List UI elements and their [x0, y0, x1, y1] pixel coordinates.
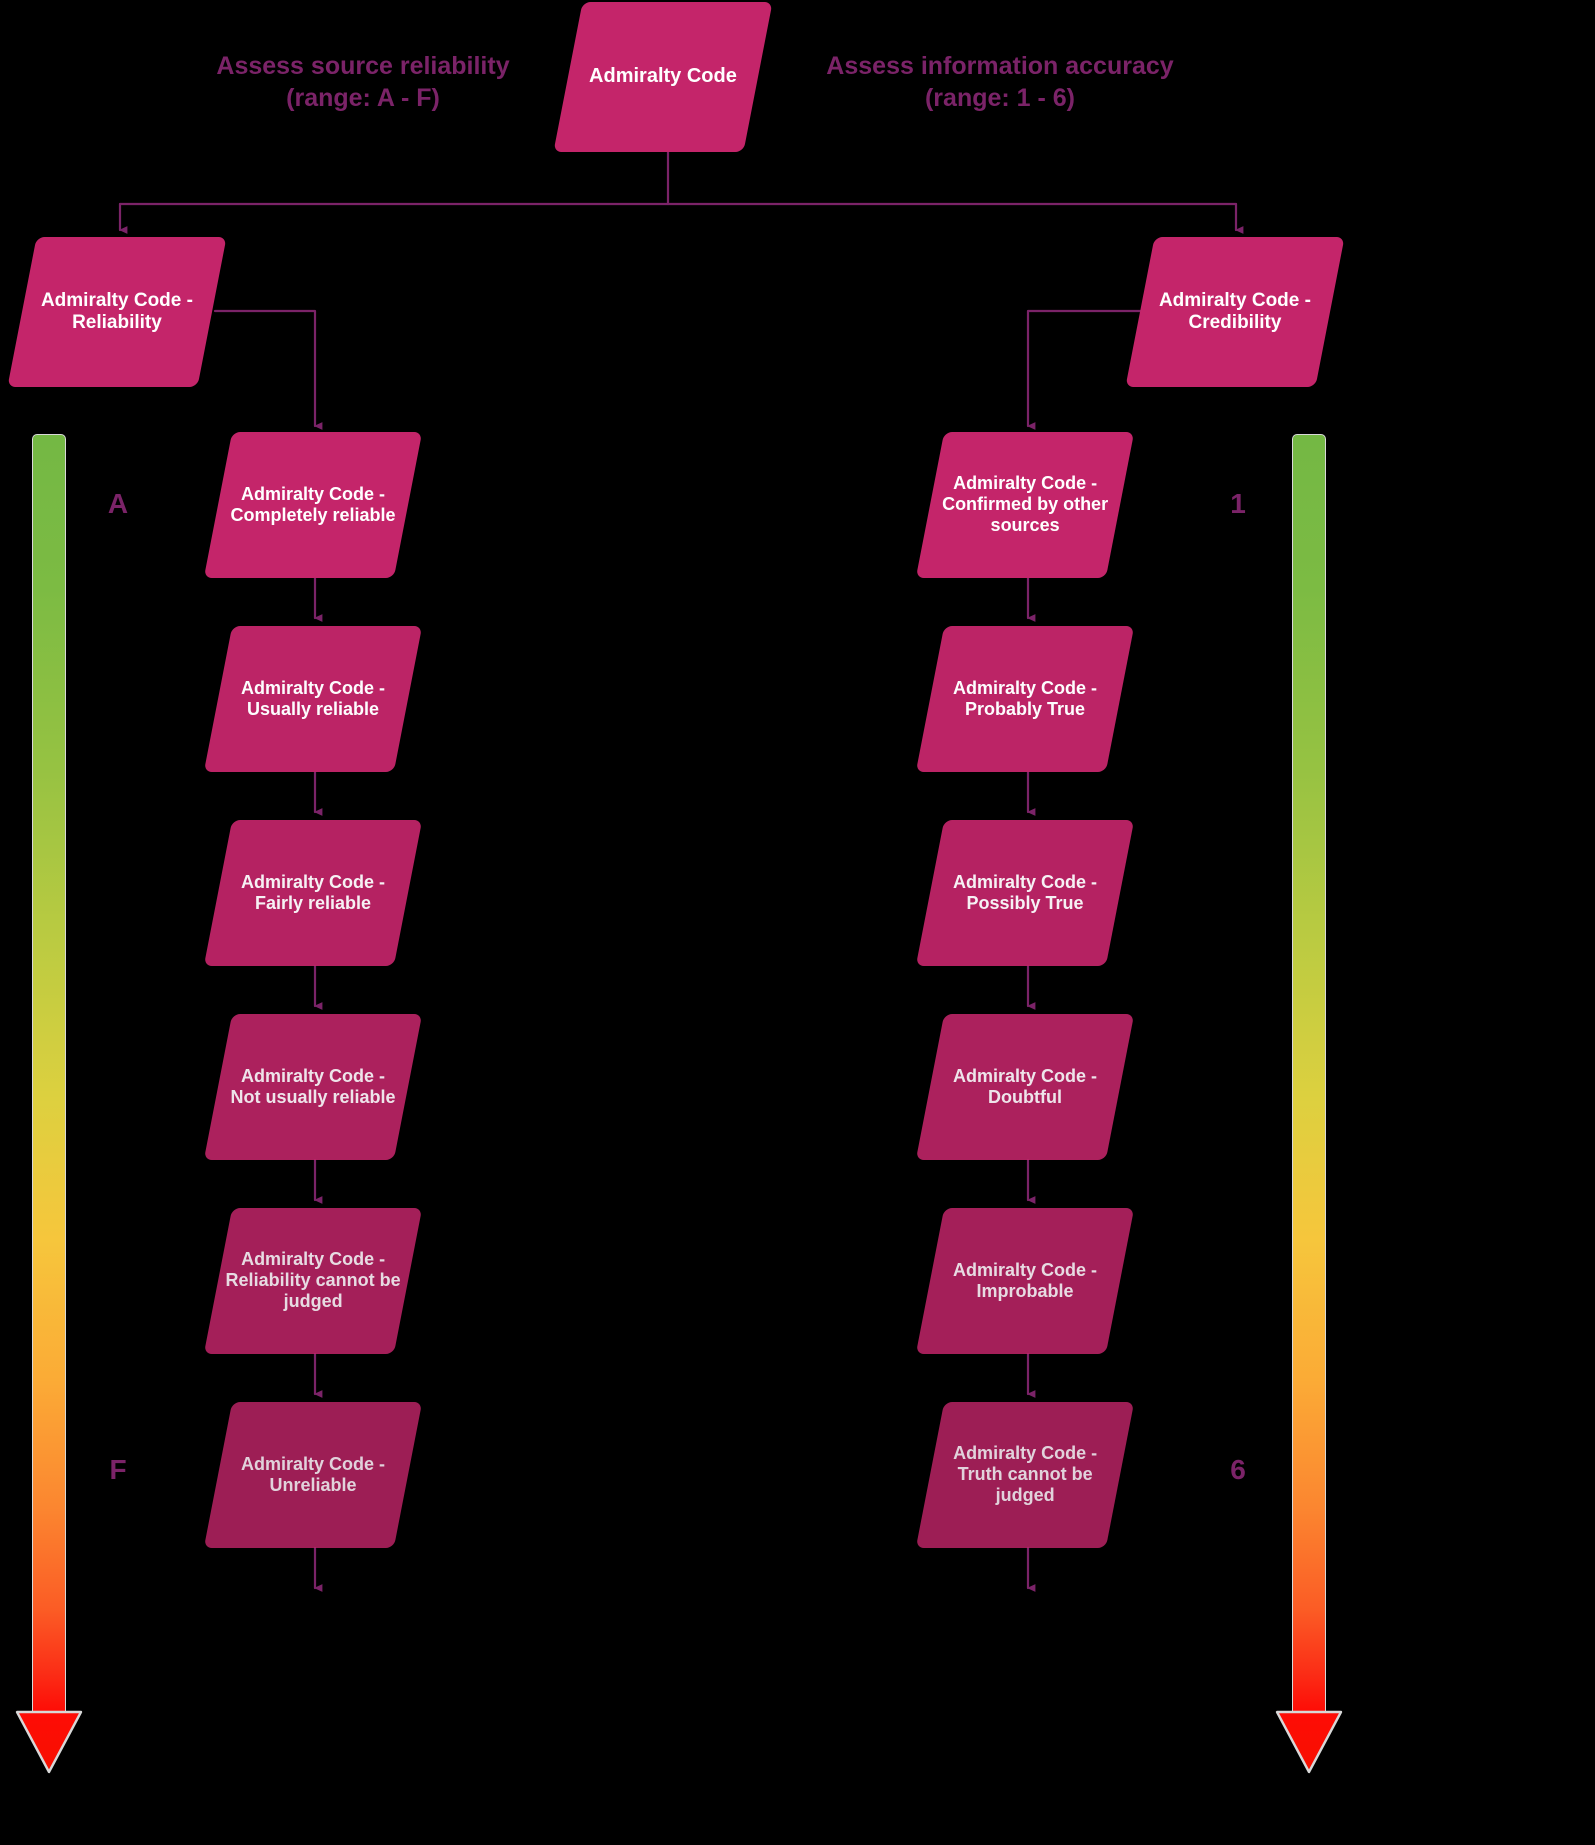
- node-label: Admiralty Code - Doubtful: [952, 1065, 1098, 1107]
- admiralty-code-diagram: Admiralty Code Assess source reliability…: [0, 0, 1595, 1845]
- node-credibility-confirmed-by-other-sources[interactable]: Admiralty Code - Confirmed by other sour…: [915, 432, 1135, 578]
- node-label: Admiralty Code - Completely reliable: [230, 483, 396, 525]
- scale-marker-label: A: [107, 488, 129, 519]
- scale-marker-1: 1: [1212, 488, 1264, 520]
- scale-marker-label: 6: [1230, 1454, 1246, 1485]
- scale-bar-shaft: [32, 434, 66, 1712]
- node-reliability-usually-reliable[interactable]: Admiralty Code - Usually reliable: [203, 626, 423, 772]
- node-label: Admiralty Code - Possibly True: [952, 871, 1098, 913]
- node-label: Admiralty Code - Credibility: [1158, 289, 1312, 333]
- edge-reliability-to-l1: [213, 309, 323, 430]
- node-credibility-possibly-true[interactable]: Admiralty Code - Possibly True: [915, 820, 1135, 966]
- node-label: Admiralty Code - Usually reliable: [240, 677, 386, 719]
- edge-credibility-to-r1: [1026, 309, 1142, 430]
- node-credibility-probably-true[interactable]: Admiralty Code - Probably True: [915, 626, 1135, 772]
- node-label: Admiralty Code - Fairly reliable: [240, 871, 386, 913]
- scale-marker-A: A: [92, 488, 144, 520]
- scale-marker-F: F: [92, 1454, 144, 1486]
- node-credibility-improbable[interactable]: Admiralty Code - Improbable: [915, 1208, 1135, 1354]
- scale-bar-arrowhead: [1275, 1710, 1343, 1774]
- scale-marker-6: 6: [1212, 1454, 1264, 1486]
- node-reliability-cannot-be-judged[interactable]: Admiralty Code - Reliability cannot be j…: [203, 1208, 423, 1354]
- node-label: Admiralty Code - Truth cannot be judged: [952, 1443, 1098, 1506]
- node-label: Admiralty Code - Probably True: [952, 677, 1098, 719]
- node-label: Admiralty Code - Unreliable: [240, 1453, 386, 1495]
- scale-marker-label: 1: [1230, 488, 1246, 519]
- caption-left-line2: (range: A - F): [286, 84, 440, 112]
- scale-bar-reliability: [15, 434, 83, 1774]
- node-admiralty-code-reliability[interactable]: Admiralty Code - Reliability: [7, 237, 227, 387]
- scale-bar-credibility: [1275, 434, 1343, 1774]
- node-label: Admiralty Code: [589, 65, 737, 88]
- caption-right-line1: Assess information accuracy: [826, 52, 1174, 80]
- caption-right-accuracy: Assess information accuracy (range: 1 - …: [820, 50, 1180, 114]
- node-reliability-unreliable[interactable]: Admiralty Code - Unreliable: [203, 1402, 423, 1548]
- node-label: Admiralty Code - Reliability: [40, 289, 194, 333]
- node-label: Admiralty Code - Improbable: [952, 1259, 1098, 1301]
- scale-bar-arrowhead: [15, 1710, 83, 1774]
- node-reliability-fairly-reliable[interactable]: Admiralty Code - Fairly reliable: [203, 820, 423, 966]
- caption-right-line2: (range: 1 - 6): [924, 84, 1076, 112]
- node-credibility-truth-cannot-be-judged[interactable]: Admiralty Code - Truth cannot be judged: [915, 1402, 1135, 1548]
- node-reliability-not-usually-reliable[interactable]: Admiralty Code - Not usually reliable: [203, 1014, 423, 1160]
- caption-left-line1: Assess source reliability: [216, 52, 510, 80]
- node-reliability-completely-reliable[interactable]: Admiralty Code - Completely reliable: [203, 432, 423, 578]
- scale-marker-label: F: [109, 1454, 127, 1485]
- node-credibility-doubtful[interactable]: Admiralty Code - Doubtful: [915, 1014, 1135, 1160]
- node-label: Admiralty Code - Confirmed by other sour…: [941, 473, 1109, 536]
- caption-left-reliability: Assess source reliability (range: A - F): [198, 50, 528, 114]
- node-label: Admiralty Code - Not usually reliable: [230, 1065, 396, 1107]
- node-admiralty-code-credibility[interactable]: Admiralty Code - Credibility: [1125, 237, 1345, 387]
- node-label: Admiralty Code - Reliability cannot be j…: [225, 1249, 401, 1312]
- scale-bar-shaft: [1292, 434, 1326, 1712]
- node-admiralty-code[interactable]: Admiralty Code: [553, 2, 773, 152]
